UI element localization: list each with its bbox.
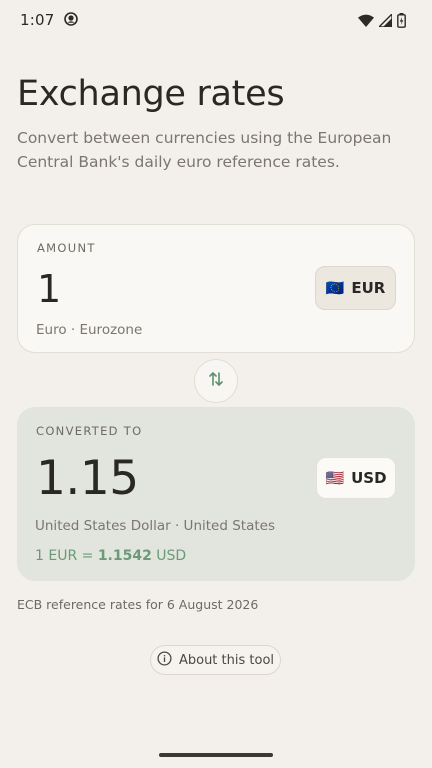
- cellular-signal-icon: [379, 13, 392, 27]
- page-title: Exchange rates: [17, 74, 285, 114]
- from-currency-button[interactable]: 🇪🇺 EUR: [315, 266, 396, 310]
- status-bar: 1:07: [0, 0, 432, 40]
- rate-prefix: 1 EUR =: [35, 548, 98, 564]
- converted-card: CONVERTED TO 1.15 🇺🇸 USD United States D…: [17, 407, 415, 581]
- wifi-icon: [358, 14, 374, 27]
- status-left: 1:07: [20, 11, 79, 30]
- app-notification-icon: [64, 11, 79, 30]
- amount-card: AMOUNT 1 🇪🇺 EUR Euro · Eurozone: [17, 224, 415, 353]
- to-currency-button[interactable]: 🇺🇸 USD: [316, 457, 396, 499]
- converted-amount: 1.15: [36, 451, 139, 506]
- swap-arrows-icon: [207, 370, 225, 392]
- swap-currencies-button[interactable]: [194, 359, 238, 403]
- info-icon: [157, 650, 172, 670]
- rate-suffix: USD: [151, 548, 187, 564]
- amount-label: AMOUNT: [37, 241, 96, 255]
- to-currency-description: United States Dollar · United States: [35, 518, 275, 534]
- status-icons: [358, 12, 406, 28]
- about-button[interactable]: About this tool: [150, 645, 281, 675]
- battery-icon: [397, 12, 406, 28]
- amount-input[interactable]: 1: [37, 267, 61, 311]
- to-currency-code: USD: [351, 469, 387, 487]
- about-button-label: About this tool: [178, 652, 275, 668]
- from-currency-description: Euro · Eurozone: [36, 322, 143, 338]
- from-currency-code: EUR: [351, 279, 386, 297]
- status-time: 1:07: [20, 11, 55, 29]
- page-subtitle: Convert between currencies using the Eur…: [17, 129, 392, 171]
- home-indicator[interactable]: [159, 753, 273, 757]
- converted-label: CONVERTED TO: [36, 424, 143, 438]
- us-flag-icon: 🇺🇸: [325, 468, 345, 487]
- rate-value: 1.1542: [97, 548, 152, 564]
- exchange-rates-screen: 1:07 Exchange rates Convert between curr…: [0, 0, 432, 768]
- exchange-rate-line: 1 EUR = 1.1542 USD: [35, 548, 186, 564]
- rates-date-footnote: ECB reference rates for 6 August 2026: [17, 597, 259, 612]
- eu-flag-icon: 🇪🇺: [325, 278, 345, 297]
